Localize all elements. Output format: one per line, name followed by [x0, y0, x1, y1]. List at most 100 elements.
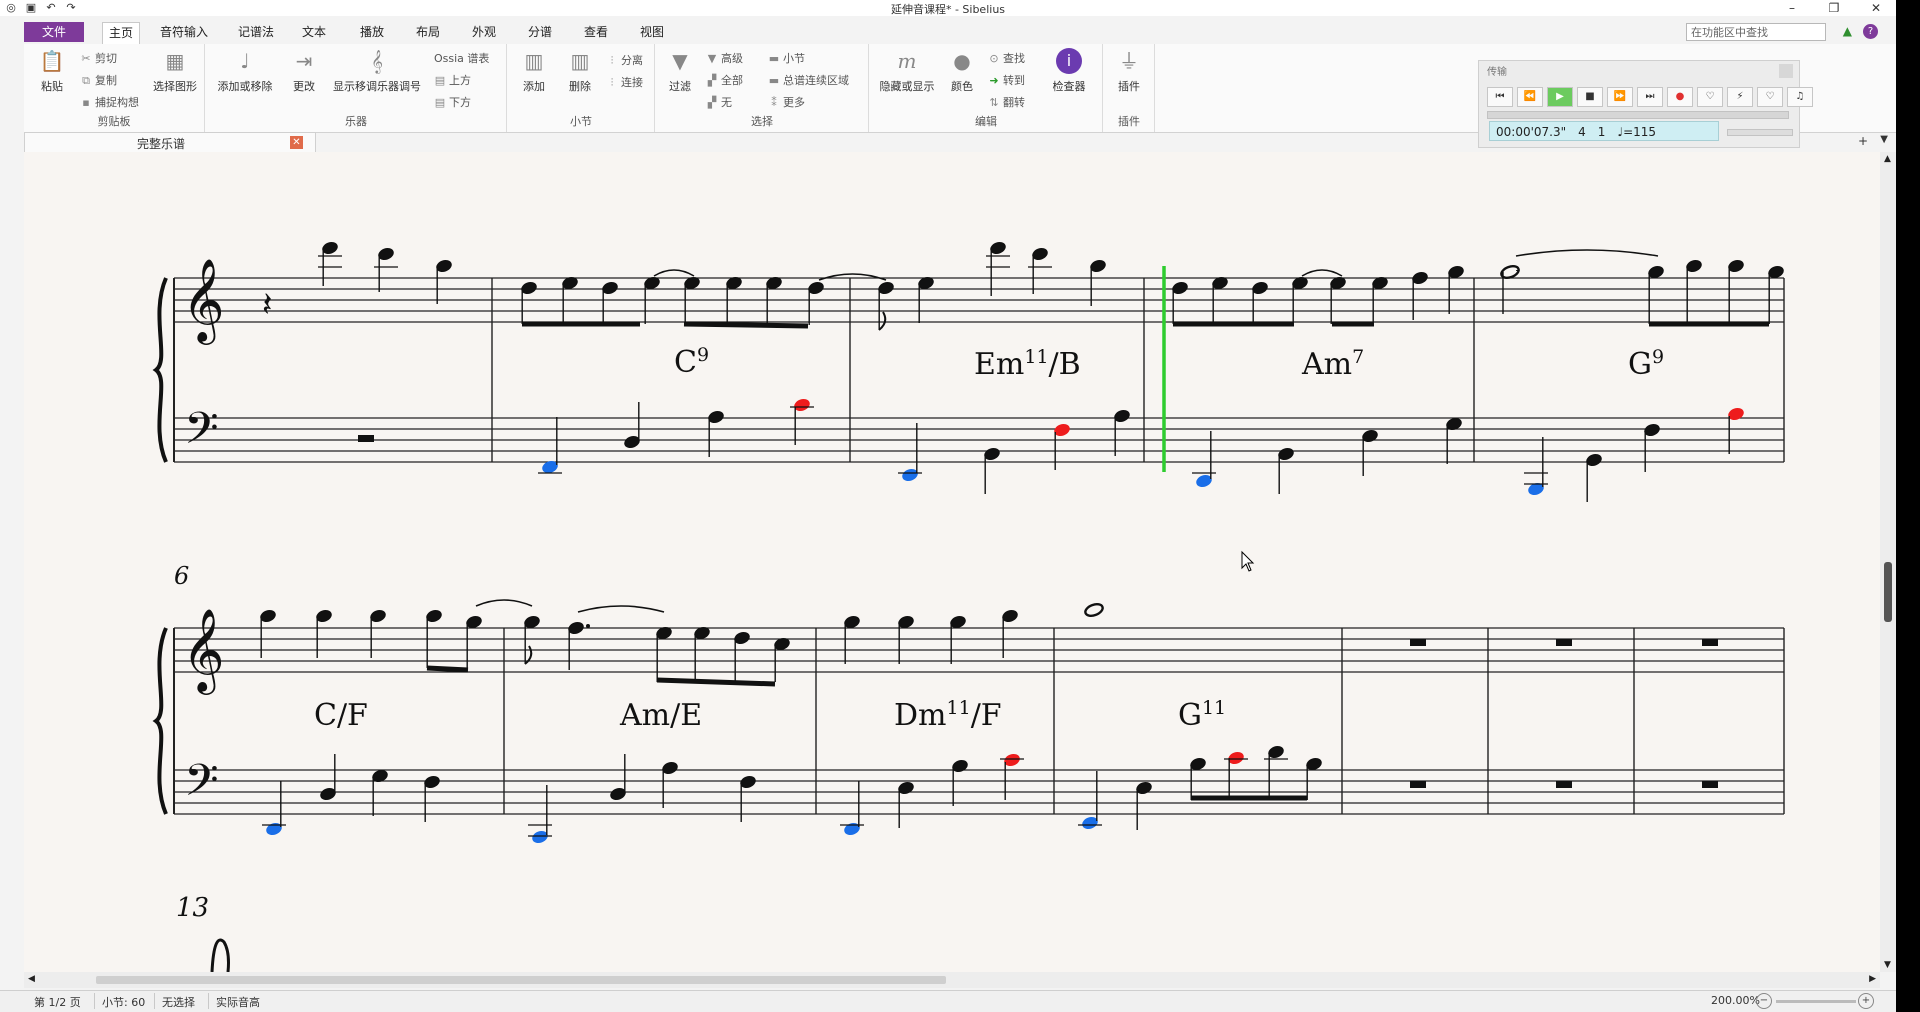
cut-button[interactable]: ✂ 剪切	[80, 50, 117, 66]
rewind-icon[interactable]: ⏪	[1517, 87, 1543, 107]
transport-beat: 1	[1597, 125, 1606, 139]
ossia-staff-label: Ossia 谱表	[434, 52, 490, 65]
info-icon: i	[1056, 48, 1082, 74]
close-button[interactable]: ✕	[1868, 0, 1884, 16]
ossia-below-button[interactable]: ▤ 下方	[434, 94, 471, 110]
join-bar-button[interactable]: ⫶ 连接	[606, 74, 643, 90]
tab-note-input[interactable]: 音符输入	[154, 22, 214, 42]
tab-view[interactable]: 视图	[634, 22, 670, 42]
tie	[818, 273, 887, 281]
quarter-rest: 𝄽	[262, 285, 272, 325]
scroll-up-icon[interactable]: ▲	[1884, 154, 1891, 164]
playback-position-slider[interactable]	[1487, 111, 1789, 119]
zoom-out-icon[interactable]: −	[1756, 993, 1772, 1009]
ossia-above-button[interactable]: ▤ 上方	[434, 72, 471, 88]
beam	[683, 321, 809, 329]
click-icon[interactable]: ♫	[1787, 87, 1813, 107]
join-icon: ⫶	[610, 76, 614, 89]
flip-button[interactable]: ⇅ 翻转	[988, 94, 1025, 110]
tie	[1301, 269, 1343, 277]
tab-appearance[interactable]: 外观	[466, 22, 502, 42]
horizontal-scroll-thumb[interactable]	[96, 976, 946, 984]
record-icon[interactable]: ●	[1667, 87, 1693, 107]
tie	[475, 599, 533, 607]
go-to-end-icon[interactable]: ⏭	[1637, 87, 1663, 107]
copy-button[interactable]: ⧉ 复制	[80, 72, 117, 88]
restore-button[interactable]: ❐	[1826, 0, 1842, 16]
plugins-button[interactable]: ⏚ 插件	[1104, 48, 1154, 94]
go-to-start-icon[interactable]: ⏮	[1487, 87, 1513, 107]
score-canvas[interactable]: 𝄞 𝄢 𝄞 𝄢 𝄽 C9 Em11/B Am7 G9 6 C/F Am/E Dm11/F G11 13	[24, 152, 1880, 972]
add-remove-instruments-button[interactable]: ♩ 添加或移除	[210, 48, 280, 94]
tab-review[interactable]: 查看	[578, 22, 614, 42]
transport-close-button[interactable]	[1779, 64, 1793, 78]
live-tempo-icon[interactable]: ♡	[1697, 87, 1723, 107]
beam	[656, 677, 776, 687]
group-clipboard: 📋 粘贴 ✂ 剪切 ⧉ 复制 ▪ 捕捉构想 ▦ 选择图形 剪贴板	[24, 44, 205, 132]
tab-notations[interactable]: 记谱法	[232, 22, 280, 42]
split-bar-button[interactable]: ⫶ 分离	[606, 52, 643, 68]
tab-file[interactable]: 文件	[24, 22, 84, 42]
flexi-time-icon[interactable]: ⚡	[1727, 87, 1753, 107]
tab-text[interactable]: 文本	[296, 22, 332, 42]
status-pitch: 实际音高	[216, 996, 260, 1009]
inspector-button[interactable]: i 检查器	[1042, 48, 1096, 94]
chord-cf: C/F	[314, 698, 368, 733]
horizontal-scrollbar[interactable]: ◀ ▶	[24, 972, 1880, 988]
mixer-icon[interactable]: ♡	[1757, 87, 1783, 107]
stop-icon[interactable]: ■	[1577, 87, 1603, 107]
tab-play[interactable]: 播放	[354, 22, 390, 42]
collapse-ribbon-icon[interactable]: ▲	[1843, 24, 1852, 38]
status-page[interactable]: 第 1/2 页	[34, 994, 81, 1010]
change-instrument-button[interactable]: ⇥ 更改	[282, 48, 326, 94]
bar-select-icon: ▬	[768, 52, 780, 65]
capture-idea-button[interactable]: ▪ 捕捉构想	[80, 94, 139, 110]
volume-slider[interactable]	[1727, 129, 1793, 136]
advanced-filter-button[interactable]: ▼ 高级	[706, 50, 743, 66]
close-tab-icon[interactable]: ✕	[290, 136, 303, 149]
ribbon-search-input[interactable]: 在功能区中查找	[1686, 23, 1826, 41]
delete-bar-button[interactable]: ▥ 删除	[558, 48, 602, 94]
tie	[653, 269, 695, 277]
fast-forward-icon[interactable]: ⏩	[1607, 87, 1633, 107]
bar-number-6: 6	[174, 562, 189, 590]
title-bar: ◎ ▣ ↶ ↷ 延伸音课程* - Sibelius – ❐ ✕	[0, 0, 1896, 16]
add-bar-button[interactable]: ▥ 添加	[512, 48, 556, 94]
find-button[interactable]: ⊙ 查找	[988, 50, 1025, 66]
play-icon[interactable]: ▶	[1547, 87, 1573, 107]
transposing-score-button[interactable]: 𝄞 显示移调乐器调号	[328, 48, 426, 94]
tab-layout[interactable]: 布局	[410, 22, 446, 42]
binoculars-icon: ⊙	[989, 52, 999, 65]
select-all-button[interactable]: ▞ 全部	[706, 72, 743, 88]
scroll-down-icon[interactable]: ▼	[1884, 960, 1891, 970]
hide-show-button[interactable]: m 隐藏或显示	[874, 48, 940, 94]
tab-home[interactable]: 主页	[102, 22, 141, 44]
minimize-button[interactable]: –	[1784, 0, 1800, 16]
vertical-scroll-thumb[interactable]	[1884, 562, 1892, 622]
select-bar-button[interactable]: ▬ 小节	[768, 50, 805, 66]
transport-tempo: ♩=115	[1617, 125, 1657, 139]
new-tab-icon[interactable]: +	[1858, 134, 1868, 148]
help-icon[interactable]: ?	[1863, 24, 1878, 39]
plug-icon: ⏚	[1119, 49, 1139, 73]
scroll-right-icon[interactable]: ▶	[1869, 974, 1876, 984]
color-button[interactable]: ● 颜色	[942, 48, 982, 94]
paste-button[interactable]: 📋 粘贴	[26, 48, 78, 94]
dynamics-icon: m	[897, 49, 917, 73]
scroll-left-icon[interactable]: ◀	[28, 974, 35, 984]
filter-button[interactable]: ▼ 过滤	[660, 48, 700, 94]
zoom-in-icon[interactable]: +	[1858, 993, 1874, 1009]
clef-icon: 𝄞	[371, 49, 383, 73]
tab-parts[interactable]: 分谱	[522, 22, 558, 42]
document-tab[interactable]: 完整乐谱 ✕	[24, 132, 316, 154]
vertical-scrollbar[interactable]: ▲ ▼	[1880, 152, 1896, 972]
system-passage-button[interactable]: ▬ 总谱连续区域	[768, 72, 849, 88]
goto-button[interactable]: ➜ 转到	[988, 72, 1025, 88]
select-none-button[interactable]: ▞ 无	[706, 94, 732, 110]
chord-c9: C9	[674, 344, 709, 380]
tab-menu-icon[interactable]: ▼	[1880, 134, 1888, 145]
select-graphic-button[interactable]: ▦ 选择图形	[146, 48, 204, 94]
tie	[1515, 249, 1659, 257]
zoom-slider[interactable]	[1776, 1000, 1856, 1003]
select-more-button[interactable]: ⁑ 更多	[768, 94, 805, 110]
